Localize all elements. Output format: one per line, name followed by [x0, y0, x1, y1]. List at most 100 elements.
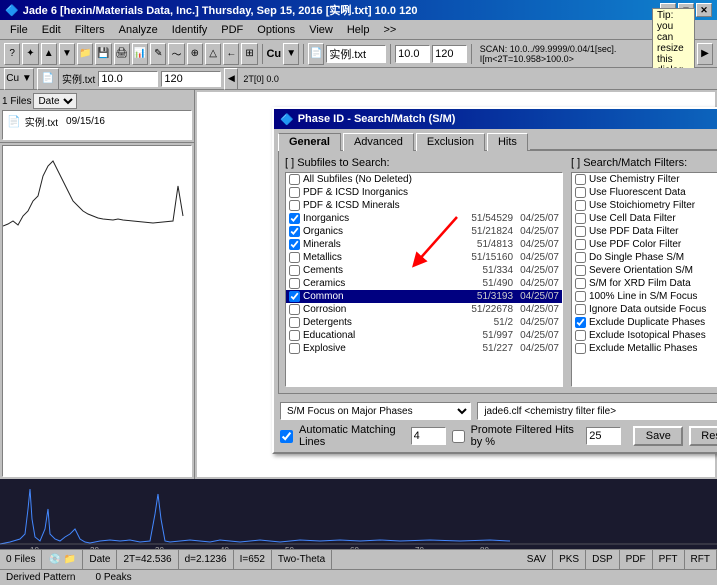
nav-btn[interactable]: ◀ [224, 68, 238, 90]
filter-item-1[interactable]: Use Fluorescent Data [572, 186, 717, 199]
subfile-item-8[interactable]: Ceramics 51/490 04/25/07 [286, 277, 562, 290]
file2-btn[interactable]: 📄 [37, 68, 59, 90]
subfile-item-3[interactable]: Inorganics 51/54529 04/25/07 [286, 212, 562, 225]
filter-item-0[interactable]: Use Chemistry Filter [572, 173, 717, 186]
status-btn-rft[interactable]: RFT [685, 550, 717, 569]
auto-match-input[interactable] [411, 427, 446, 445]
resize-btn[interactable]: ▶ [697, 43, 713, 65]
subfile-item-13[interactable]: Explosive 51/227 04/25/07 [286, 342, 562, 355]
menu-pdf[interactable]: PDF [215, 23, 249, 37]
status-btn-dsp[interactable]: DSP [586, 550, 620, 569]
help-btn[interactable]: ? [4, 43, 20, 65]
promote-input[interactable] [586, 427, 621, 445]
filter-check-1[interactable] [575, 187, 586, 198]
filter-check-13[interactable] [575, 343, 586, 354]
file-item[interactable]: 📄 实例.txt 09/15/16 [5, 113, 189, 130]
subfile-item-4[interactable]: Organics 51/21824 04/25/07 [286, 225, 562, 238]
filter-item-13[interactable]: Exclude Metallic Phases [572, 342, 717, 355]
save-btn[interactable]: 💾 [95, 43, 111, 65]
subfile-check-8[interactable] [289, 278, 300, 289]
filter-item-12[interactable]: Exclude Isotopical Phases [572, 329, 717, 342]
subfile-check-7[interactable] [289, 265, 300, 276]
subfile-check-2[interactable] [289, 200, 300, 211]
filter-item-8[interactable]: S/M for XRD Film Data [572, 277, 717, 290]
filter-check-2[interactable] [575, 200, 586, 211]
tab-advanced[interactable]: Advanced [343, 133, 414, 151]
filter-check-12[interactable] [575, 330, 586, 341]
menu-analyze[interactable]: Analyze [113, 23, 164, 37]
promote-checkbox[interactable] [452, 430, 465, 443]
filter-item-6[interactable]: Do Single Phase S/M [572, 251, 717, 264]
focus-dropdown[interactable]: S/M Focus on Major Phases [280, 402, 471, 420]
menu-view[interactable]: View [303, 23, 339, 37]
menu-identify[interactable]: Identify [166, 23, 213, 37]
subfile-check-0[interactable] [289, 174, 300, 185]
filter-check-5[interactable] [575, 239, 586, 250]
status-btn-pft[interactable]: PFT [653, 550, 685, 569]
zoom-btn[interactable]: ⊕ [187, 43, 203, 65]
star-btn[interactable]: ✦ [22, 43, 38, 65]
menu-filters[interactable]: Filters [69, 23, 111, 37]
tab-general[interactable]: General [278, 133, 341, 151]
filter-check-3[interactable] [575, 213, 586, 224]
filter-item-7[interactable]: Severe Orientation S/M [572, 264, 717, 277]
subfile-check-1[interactable] [289, 187, 300, 198]
filter-check-4[interactable] [575, 226, 586, 237]
status-icons[interactable]: 💿 📁 [42, 550, 83, 569]
file-input[interactable] [326, 45, 386, 63]
subfile-item-7[interactable]: Cements 51/334 04/25/07 [286, 264, 562, 277]
edit-btn[interactable]: ✎ [150, 43, 166, 65]
menu-options[interactable]: Options [251, 23, 301, 37]
subfile-check-13[interactable] [289, 343, 300, 354]
filter-item-11[interactable]: Exclude Duplicate Phases [572, 316, 717, 329]
filter-item-4[interactable]: Use PDF Data Filter [572, 225, 717, 238]
val1-input[interactable] [395, 45, 430, 63]
filter-check-10[interactable] [575, 304, 586, 315]
spectrum-chart[interactable] [2, 145, 192, 477]
subfile-item-1[interactable]: PDF & ICSD Inorganics [286, 186, 562, 199]
close-button[interactable]: ✕ [696, 3, 712, 17]
subfile-check-9[interactable] [289, 291, 300, 302]
status-btn-pks[interactable]: PKS [553, 550, 586, 569]
bar-chart-btn[interactable]: 📊 [132, 43, 148, 65]
subfile-check-12[interactable] [289, 330, 300, 341]
subfile-check-5[interactable] [289, 239, 300, 250]
chemistry-dropdown[interactable]: jade6.clf <chemistry filter file> [477, 402, 717, 420]
subfile-item-9[interactable]: Common 51/3193 04/25/07 [286, 290, 562, 303]
cursor-btn[interactable]: ⊞ [241, 43, 257, 65]
subfile-item-6[interactable]: Metallics 51/15160 04/25/07 [286, 251, 562, 264]
filter-item-2[interactable]: Use Stoichiometry Filter [572, 199, 717, 212]
filter-item-10[interactable]: Ignore Data outside Focus [572, 303, 717, 316]
down-btn[interactable]: ▼ [59, 43, 75, 65]
subfile-item-12[interactable]: Educational 51/997 04/25/07 [286, 329, 562, 342]
up-btn[interactable]: ▲ [41, 43, 57, 65]
element-cu-btn[interactable]: Cu ▼ [4, 68, 34, 90]
subfile-check-4[interactable] [289, 226, 300, 237]
subfile-check-6[interactable] [289, 252, 300, 263]
val2-input[interactable] [432, 45, 467, 63]
filter-item-9[interactable]: 100% Line in S/M Focus [572, 290, 717, 303]
filter-check-6[interactable] [575, 252, 586, 263]
open-btn[interactable]: 📁 [77, 43, 93, 65]
tab-hits[interactable]: Hits [487, 133, 528, 151]
print-btn[interactable]: 🖨 [114, 43, 130, 65]
filter-check-7[interactable] [575, 265, 586, 276]
peak-btn[interactable]: △ [205, 43, 221, 65]
filter-check-8[interactable] [575, 278, 586, 289]
tab-exclusion[interactable]: Exclusion [416, 133, 485, 151]
element-dropdown-btn[interactable]: ▼ [283, 43, 299, 65]
filter-check-11[interactable] [575, 317, 586, 328]
filter-check-9[interactable] [575, 291, 586, 302]
subfile-item-11[interactable]: Detergents 51/2 04/25/07 [286, 316, 562, 329]
status-btn-pdf[interactable]: PDF [620, 550, 653, 569]
menu-more[interactable]: >> [377, 23, 402, 37]
subfile-item-5[interactable]: Minerals 51/4813 04/25/07 [286, 238, 562, 251]
auto-match-checkbox[interactable] [280, 430, 293, 443]
filters-listbox[interactable]: Use Chemistry Filter Use Fluorescent Dat… [571, 172, 717, 387]
file-icon-btn[interactable]: 📄 [308, 43, 324, 65]
status-btn-sav[interactable]: SAV [521, 550, 553, 569]
filter-check-0[interactable] [575, 174, 586, 185]
subfile-check-3[interactable] [289, 213, 300, 224]
subfile-item-2[interactable]: PDF & ICSD Minerals [286, 199, 562, 212]
sort-dropdown[interactable]: Date [33, 93, 77, 109]
